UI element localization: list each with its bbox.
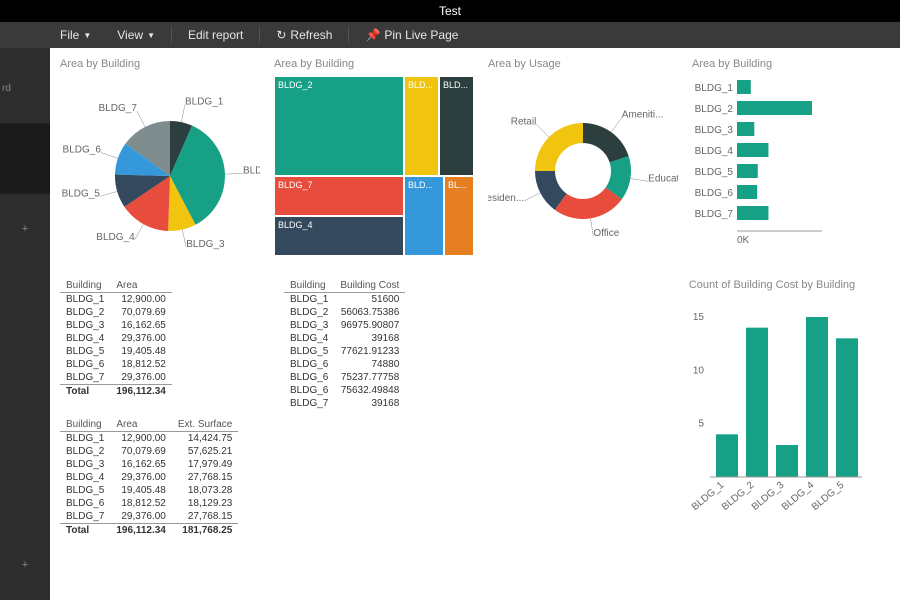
pin-icon: 📌 <box>365 28 380 42</box>
chart-title: Area by Building <box>274 58 474 70</box>
svg-text:BLDG_4: BLDG_4 <box>695 146 734 157</box>
svg-text:BLDG_2: BLDG_2 <box>243 165 260 176</box>
table-row[interactable]: BLDG_270,079.6957,625.21 <box>60 445 238 458</box>
treemap-cell[interactable]: BLDG_4 <box>274 216 404 256</box>
table-total-row: Total196,112.34181,768.25 <box>60 524 238 538</box>
table-total-row: Total196,112.34 <box>60 385 172 399</box>
svg-text:BLDG_3: BLDG_3 <box>695 125 734 136</box>
plus-icon: + <box>22 559 28 571</box>
svg-text:BLDG_1: BLDG_1 <box>690 480 727 513</box>
report-canvas[interactable]: Area by Building BLDG_1BLDG_2BLDG_3BLDG_… <box>50 48 900 600</box>
svg-text:BLDG_7: BLDG_7 <box>99 103 138 114</box>
chart-title: Area by Building <box>60 58 260 70</box>
refresh-icon: ↻ <box>276 28 286 42</box>
table-row[interactable]: BLDG_429,376.0027,768.15 <box>60 471 238 484</box>
table-row[interactable]: BLDG_618,812.5218,129.23 <box>60 497 238 510</box>
svg-text:15: 15 <box>693 312 705 323</box>
sidebar-add-button[interactable]: + <box>0 194 50 264</box>
table-row[interactable]: BLDG_270,079.69 <box>60 306 172 319</box>
treemap-area-by-building[interactable]: Area by Building BLDG_2BLD...BLD...BLDG_… <box>274 58 474 269</box>
nav-sidebar: rd + + <box>0 48 50 600</box>
treemap-cell[interactable]: BLDG_7 <box>274 176 404 216</box>
table-building-cost[interactable]: BuildingBuilding CostBLDG_151600BLDG_256… <box>284 279 484 537</box>
treemap-cell[interactable]: BL... <box>444 176 474 256</box>
table-row[interactable]: BLDG_675632.49848 <box>284 384 405 397</box>
chart-title: Area by Usage <box>488 58 678 70</box>
view-menu[interactable]: View▼ <box>107 22 165 48</box>
sidebar-add-button[interactable]: + <box>0 530 50 600</box>
svg-text:BLDG_2: BLDG_2 <box>695 104 734 115</box>
bar-chart-area-by-building[interactable]: Area by Building BLDG_1 BLDG_2 BLDG_3 BLDG_… <box>692 58 822 269</box>
chevron-down-icon: ▼ <box>83 31 91 40</box>
refresh-button[interactable]: ↻Refresh <box>266 22 342 48</box>
chevron-down-icon: ▼ <box>147 31 155 40</box>
plus-icon: + <box>22 223 28 235</box>
table-row[interactable]: BLDG_316,162.65 <box>60 319 172 332</box>
pin-live-page-button[interactable]: 📌Pin Live Page <box>355 22 468 48</box>
table-building-area[interactable]: BuildingAreaBLDG_112,900.00BLDG_270,079.… <box>60 279 270 398</box>
svg-text:Office: Office <box>593 228 619 239</box>
svg-text:Residen...: Residen... <box>488 193 524 204</box>
table-row[interactable]: BLDG_674880 <box>284 358 405 371</box>
chart-title: Area by Building <box>692 58 822 70</box>
svg-text:BLDG_4: BLDG_4 <box>96 232 135 243</box>
svg-text:BLDG_4: BLDG_4 <box>780 480 817 513</box>
svg-text:BLDG_1: BLDG_1 <box>185 97 224 108</box>
svg-text:BLDG_3: BLDG_3 <box>750 480 787 513</box>
treemap-cell[interactable]: BLD... <box>439 76 474 176</box>
treemap-cell[interactable]: BLD... <box>404 76 439 176</box>
table-row[interactable]: BLDG_256063.75386 <box>284 306 405 319</box>
table-row[interactable]: BLDG_729,376.0027,768.15 <box>60 510 238 524</box>
sidebar-item[interactable]: rd <box>0 54 50 124</box>
edit-report-button[interactable]: Edit report <box>178 22 253 48</box>
svg-text:BLDG_1: BLDG_1 <box>695 83 734 94</box>
pie-chart-area-by-building[interactable]: Area by Building BLDG_1 BLDG_2 BLDG_3 BLDG_… <box>60 58 260 269</box>
window-title: Test <box>0 0 900 22</box>
table-building-area-ext[interactable]: BuildingAreaExt. SurfaceBLDG_112,900.001… <box>60 418 270 537</box>
svg-text:BLDG_2: BLDG_2 <box>720 480 757 513</box>
table-row[interactable]: BLDG_519,405.48 <box>60 345 172 358</box>
toolbar: File▼ View▼ Edit report ↻Refresh 📌Pin Li… <box>0 22 900 48</box>
svg-text:BLDG_5: BLDG_5 <box>810 480 847 513</box>
separator <box>259 27 260 43</box>
separator <box>348 27 349 43</box>
table-row[interactable]: BLDG_396975.90807 <box>284 319 405 332</box>
table-row[interactable]: BLDG_112,900.00 <box>60 293 172 307</box>
table-row[interactable]: BLDG_675237.77758 <box>284 371 405 384</box>
svg-text:0K: 0K <box>737 235 750 246</box>
svg-text:BLDG_5: BLDG_5 <box>62 188 101 199</box>
table-row[interactable]: BLDG_519,405.4818,073.28 <box>60 484 238 497</box>
svg-text:BLDG_3: BLDG_3 <box>186 239 225 250</box>
svg-text:BLDG_7: BLDG_7 <box>695 209 734 220</box>
table-row[interactable]: BLDG_112,900.0014,424.75 <box>60 432 238 446</box>
svg-text:5: 5 <box>698 419 704 430</box>
svg-text:BLDG_5: BLDG_5 <box>695 167 734 178</box>
table-row[interactable]: BLDG_577621.91233 <box>284 345 405 358</box>
svg-text:Ameniti...: Ameniti... <box>622 110 664 121</box>
svg-text:10: 10 <box>693 365 705 376</box>
chart-title: Count of Building Cost by Building <box>682 279 862 291</box>
svg-text:BLDG_6: BLDG_6 <box>63 144 102 155</box>
bar-chart-count-cost-by-building[interactable]: Count of Building Cost by Building 5 10 15… <box>682 279 862 537</box>
treemap-cell[interactable]: BLDG_2 <box>274 76 404 176</box>
svg-text:BLDG_6: BLDG_6 <box>695 188 734 199</box>
separator <box>171 27 172 43</box>
svg-text:Educati...: Educati... <box>648 173 678 184</box>
table-row[interactable]: BLDG_429,376.00 <box>60 332 172 345</box>
table-row[interactable]: BLDG_729,376.00 <box>60 371 172 385</box>
table-row[interactable]: BLDG_151600 <box>284 293 405 307</box>
donut-area-by-usage[interactable]: Area by Usage Ameniti... Educati... Office… <box>488 58 678 269</box>
table-row[interactable]: BLDG_316,162.6517,979.49 <box>60 458 238 471</box>
file-menu[interactable]: File▼ <box>50 22 101 48</box>
treemap-cell[interactable]: BLD... <box>404 176 444 256</box>
table-row[interactable]: BLDG_618,812.52 <box>60 358 172 371</box>
table-row[interactable]: BLDG_739168 <box>284 397 405 410</box>
svg-text:Retail: Retail <box>511 116 537 127</box>
table-row[interactable]: BLDG_439168 <box>284 332 405 345</box>
sidebar-item-selected[interactable] <box>0 124 50 194</box>
